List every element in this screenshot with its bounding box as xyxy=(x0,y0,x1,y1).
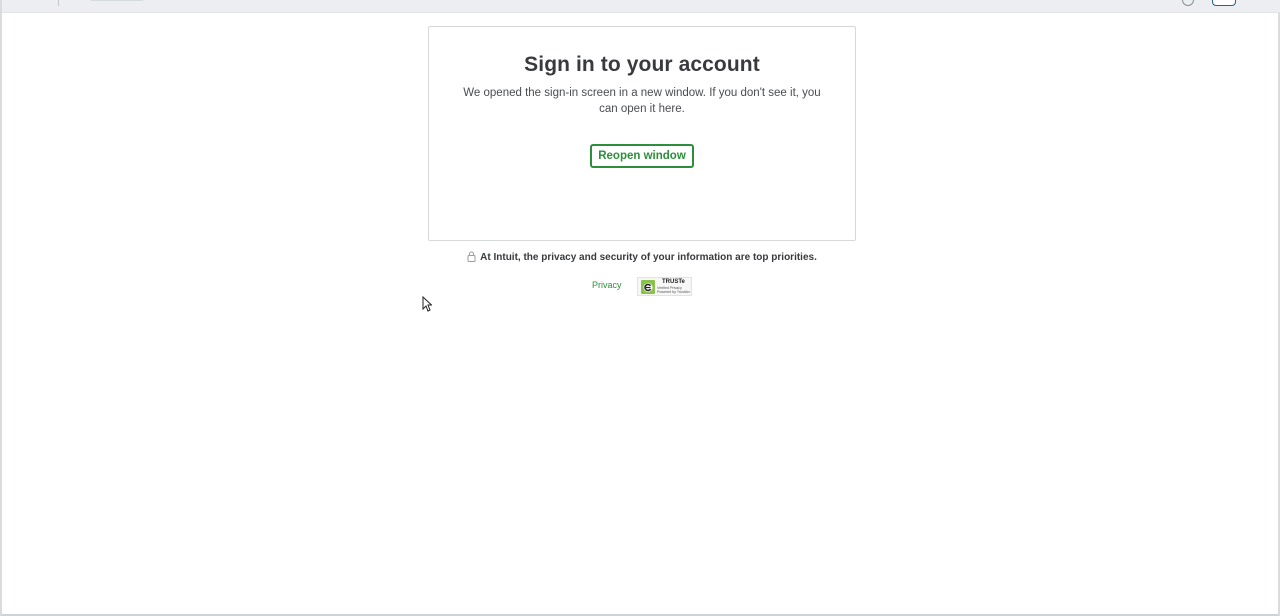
reopen-window-button[interactable]: Reopen window xyxy=(590,144,694,168)
top-bar xyxy=(2,0,1280,13)
mouse-pointer-icon xyxy=(422,296,432,312)
page-title: Sign in to your account xyxy=(524,53,760,76)
truste-badge-icon xyxy=(641,280,655,294)
sign-in-message: We opened the sign-in screen in a new wi… xyxy=(463,87,821,115)
sign-in-card: Sign in to your account We opened the si… xyxy=(428,26,856,241)
privacy-link[interactable]: Privacy xyxy=(592,280,622,290)
security-notice: At Intuit, the privacy and security of y… xyxy=(428,251,856,267)
topbar-divider xyxy=(58,0,59,6)
help-icon[interactable] xyxy=(1182,0,1194,6)
topbar-breadcrumb[interactable] xyxy=(90,0,144,1)
app-window: Sign in to your account We opened the si… xyxy=(0,0,1280,616)
topbar-button[interactable] xyxy=(1212,0,1236,6)
security-text: At Intuit, the privacy and security of y… xyxy=(480,252,817,263)
truste-label: TRUSTe xyxy=(662,279,685,285)
truste-badge[interactable]: TRUSTe Verified Privacy Powered by Trust… xyxy=(637,277,692,296)
truste-subtext: Verified Privacy Powered by TrustArc xyxy=(657,286,691,294)
lock-icon xyxy=(467,251,476,265)
